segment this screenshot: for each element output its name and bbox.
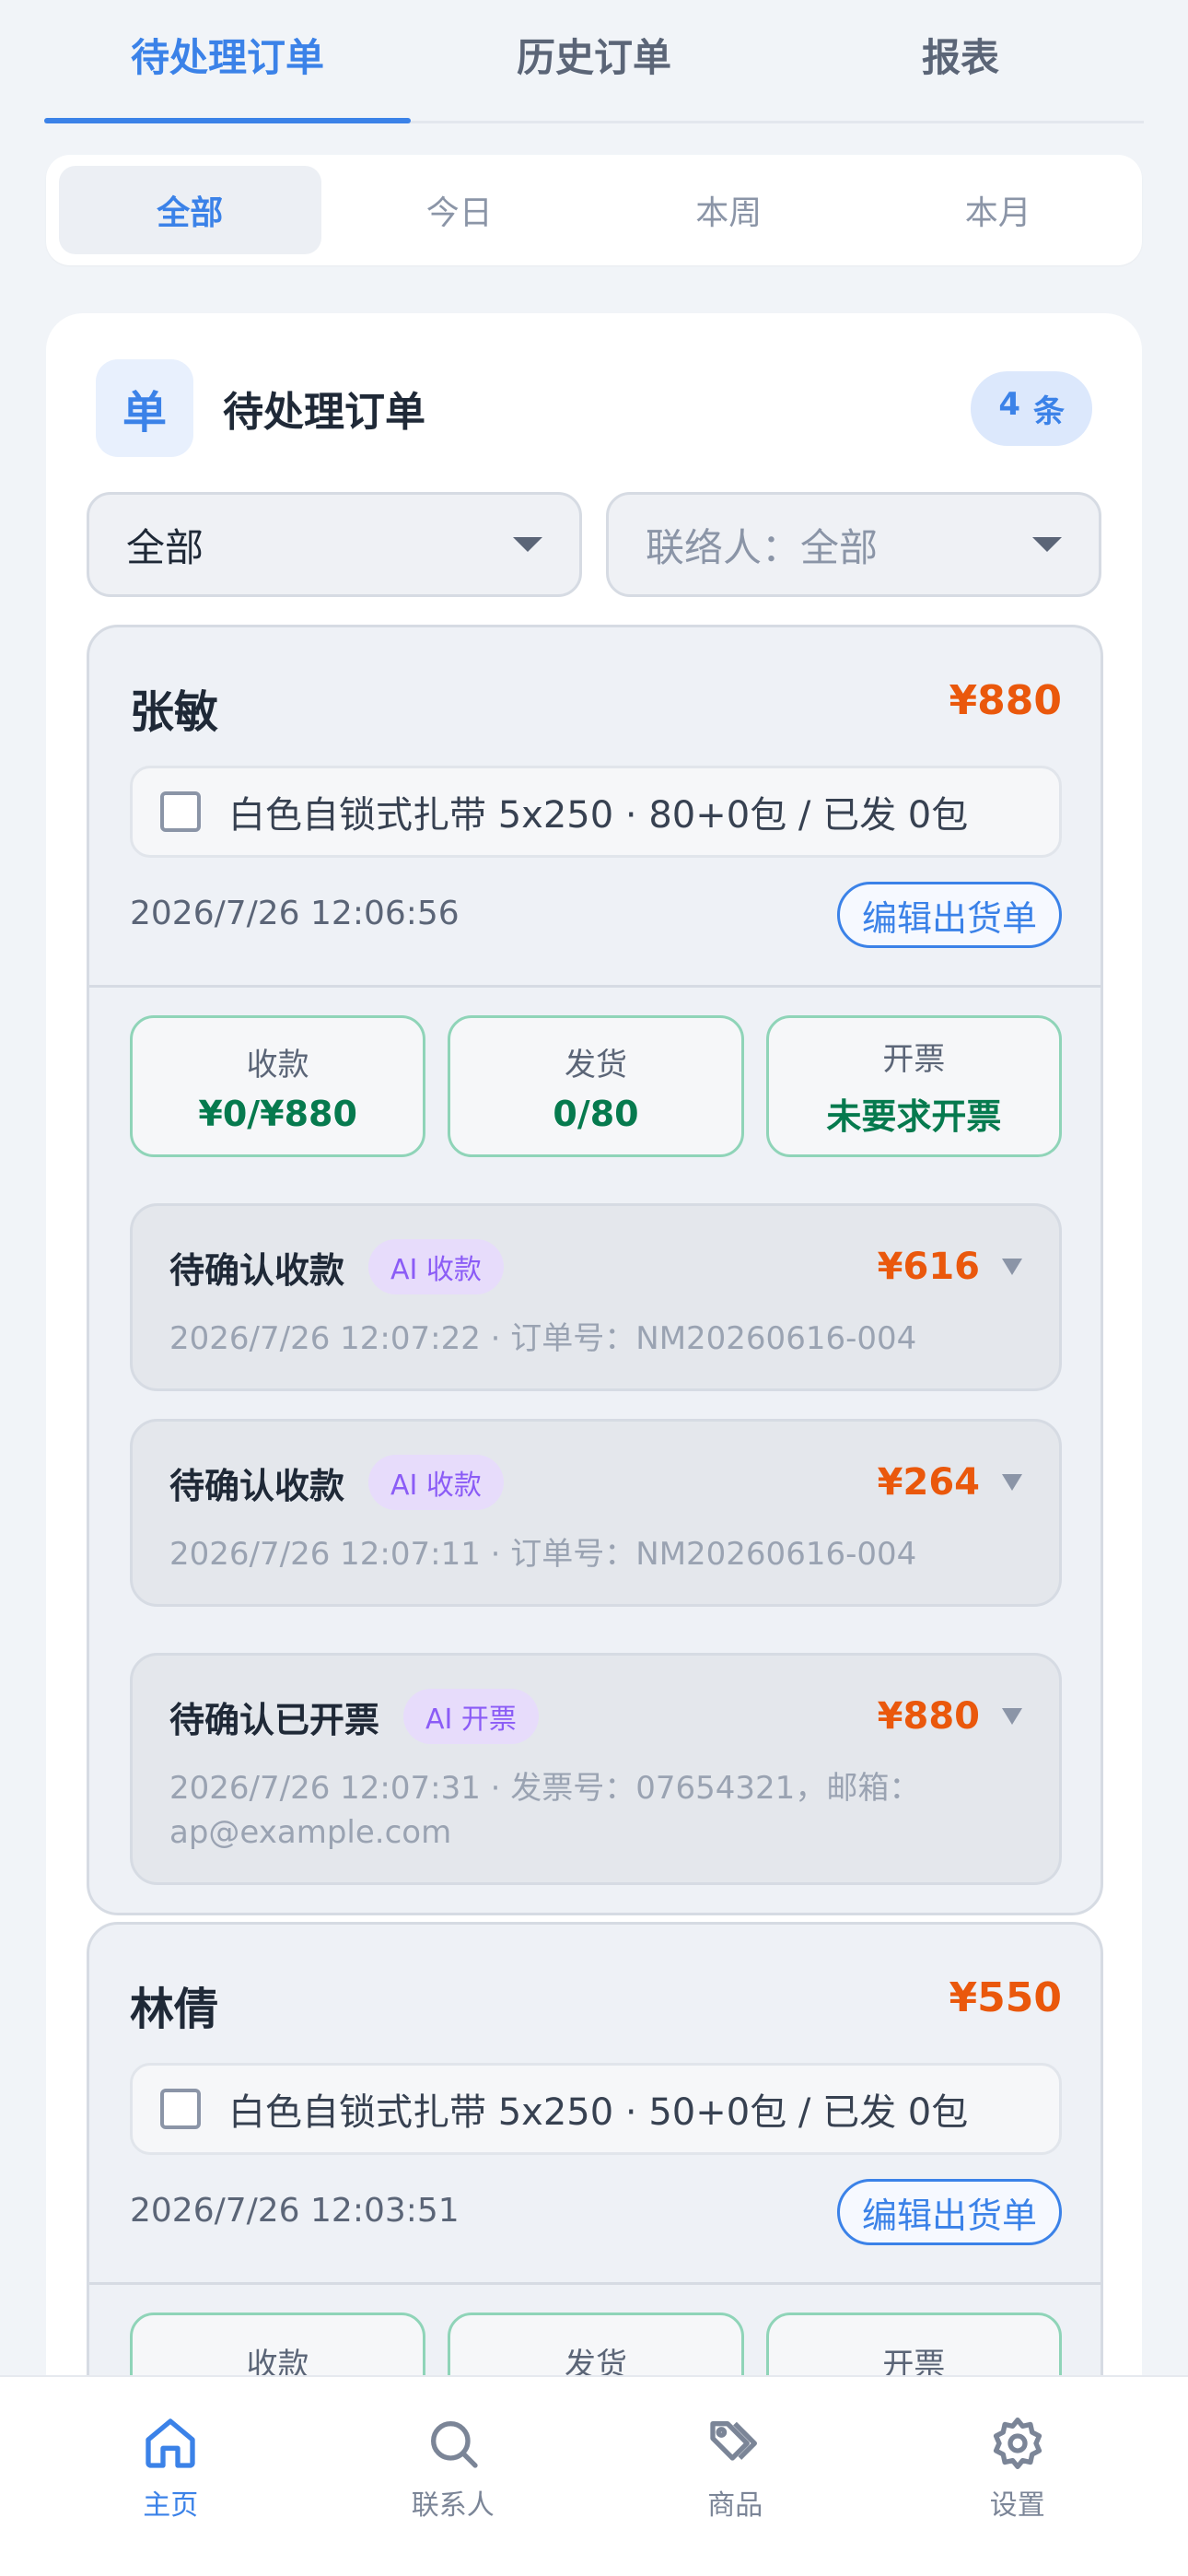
pending-meta: 2026/7/26 12:07:11 · 订单号：NM20260616-004	[169, 1536, 917, 1573]
pending-title: 待确认收款	[169, 1249, 345, 1291]
ai-tag: AI 收款	[368, 1455, 504, 1510]
order-item-row: 白色自锁式扎带 5x250 · 80+0包 / 已发 0包	[130, 766, 1062, 858]
order-total: ¥550	[949, 1974, 1062, 2021]
contact-filter-value: 联络人：全部	[646, 524, 879, 570]
pending-item[interactable]: 待确认已开票 AI 开票 ¥880 2026/7/26 12:07:31 · 发…	[130, 1653, 1062, 1885]
stat-label: 发货	[564, 1046, 627, 1083]
pending-meta: 2026/7/26 12:07:22 · 订单号：NM20260616-004	[169, 1320, 917, 1357]
count-unit: 条	[1033, 392, 1065, 430]
order-summary: 张敏 ¥880 白色自锁式扎带 5x250 · 80+0包 / 已发 0包 20…	[89, 627, 1101, 985]
stat-label: 开票	[882, 1041, 946, 1078]
pending-item[interactable]: 待确认收款 AI 收款 ¥616 2026/7/26 12:07:22 · 订单…	[130, 1203, 1062, 1391]
expand-arrow-icon[interactable]	[1002, 1474, 1022, 1491]
range-all[interactable]: 全部	[59, 166, 321, 254]
pending-amount: ¥880	[877, 1695, 980, 1738]
stat-value: 0/80	[553, 1093, 639, 1134]
stat-value: 未要求开票	[826, 1096, 1002, 1137]
order-icon: 单	[96, 359, 193, 457]
tab-history-orders[interactable]: 历史订单	[411, 0, 777, 121]
ai-tag: AI 开票	[403, 1689, 539, 1744]
stat-value: ¥0/¥880	[198, 1093, 357, 1134]
expand-arrow-icon[interactable]	[1002, 1259, 1022, 1275]
range-week[interactable]: 本周	[598, 166, 860, 254]
nav-label: 商品	[707, 2489, 763, 2522]
chevron-down-icon	[1032, 537, 1062, 552]
pending-meta-line: 2026/7/26 12:07:31 · 发票号：07654321，邮箱：	[169, 1770, 921, 1807]
status-filter-select[interactable]: 全部	[87, 492, 582, 597]
range-today[interactable]: 今日	[329, 166, 591, 254]
order-total: ¥880	[949, 677, 1062, 724]
order-stats: 收款 ¥0/¥880 发货 0/80 开票 未要求开票	[130, 1015, 1062, 1157]
search-icon	[430, 2421, 478, 2468]
order-item-row: 白色自锁式扎带 5x250 · 50+0包 / 已发 0包	[130, 2063, 1062, 2155]
ai-tag: AI 收款	[368, 1239, 504, 1294]
gear-icon	[993, 2418, 1042, 2469]
contact-filter-select[interactable]: 联络人：全部	[606, 492, 1101, 597]
nav-products[interactable]: 商品	[594, 2377, 877, 2576]
edit-shipment-button[interactable]: 编辑出货单	[836, 882, 1062, 948]
panel-title: 待处理订单	[223, 389, 425, 436]
pending-meta: 2026/7/26 12:07:31 · 发票号：07654321，邮箱： ap…	[169, 1766, 1022, 1855]
nav-label: 联系人	[411, 2489, 495, 2522]
item-description: 白色自锁式扎带 5x250 · 80+0包 / 已发 0包	[228, 794, 969, 837]
order-card[interactable]: 张敏 ¥880 白色自锁式扎带 5x250 · 80+0包 / 已发 0包 20…	[87, 625, 1103, 1915]
tab-reports[interactable]: 报表	[777, 0, 1144, 121]
item-checkbox[interactable]	[160, 791, 201, 832]
nav-home[interactable]: 主页	[29, 2377, 312, 2576]
customer-name: 张敏	[130, 686, 219, 738]
edit-shipment-button[interactable]: 编辑出货单	[836, 2179, 1062, 2245]
order-time: 2026/7/26 12:06:56	[130, 895, 460, 932]
nav-label: 设置	[989, 2489, 1045, 2522]
item-description: 白色自锁式扎带 5x250 · 50+0包 / 已发 0包	[228, 2091, 969, 2134]
panel-header: 单 待处理订单 4 条	[96, 359, 1092, 457]
item-checkbox[interactable]	[160, 2089, 201, 2129]
filter-row: 全部 联络人：全部	[87, 492, 1101, 597]
date-range-segmented: 全部 今日 本周 本月	[46, 155, 1142, 265]
top-tab-bar: 待处理订单 历史订单 报表	[44, 0, 1144, 123]
pending-amount: ¥616	[877, 1246, 980, 1288]
stat-invoice[interactable]: 开票 未要求开票	[765, 1015, 1062, 1157]
status-filter-value: 全部	[126, 524, 204, 570]
stat-payment[interactable]: 收款 ¥0/¥880	[130, 1015, 426, 1157]
pending-title: 待确认已开票	[169, 1699, 380, 1740]
tab-pending-orders[interactable]: 待处理订单	[44, 0, 411, 123]
pending-title: 待确认收款	[169, 1465, 345, 1506]
customer-name: 林倩	[130, 1984, 219, 2035]
tag-icon	[710, 2421, 758, 2461]
order-summary: 林倩 ¥550 白色自锁式扎带 5x250 · 50+0包 / 已发 0包 20…	[89, 1925, 1101, 2282]
nav-label: 主页	[143, 2489, 199, 2522]
pending-item[interactable]: 待确认收款 AI 收款 ¥264 2026/7/26 12:07:11 · 订单…	[130, 1419, 1062, 1607]
chevron-down-icon	[513, 537, 542, 552]
pending-amount: ¥264	[877, 1461, 980, 1504]
pending-orders-panel: 单 待处理订单 4 条 全部 联络人：全部 张敏 ¥880 白色自锁式扎带 5x…	[46, 313, 1142, 2576]
range-month[interactable]: 本月	[868, 166, 1130, 254]
order-time: 2026/7/26 12:03:51	[130, 2192, 460, 2230]
count-value: 4	[998, 385, 1020, 423]
nav-contacts[interactable]: 联系人	[312, 2377, 595, 2576]
home-icon	[146, 2418, 195, 2468]
count-badge: 4 条	[971, 370, 1092, 446]
stat-shipping[interactable]: 发货 0/80	[448, 1015, 744, 1157]
expand-arrow-icon[interactable]	[1002, 1708, 1022, 1725]
order-details: 收款 ¥0/¥880 发货 0/80 开票 未要求开票 待确认收款 AI 收款 …	[89, 985, 1101, 1913]
bottom-nav: 主页 联系人 商品 设置	[0, 2375, 1188, 2576]
stat-label: 收款	[246, 1046, 309, 1083]
pending-meta-line: ap@example.com	[169, 1814, 452, 1851]
nav-settings[interactable]: 设置	[877, 2377, 1159, 2576]
